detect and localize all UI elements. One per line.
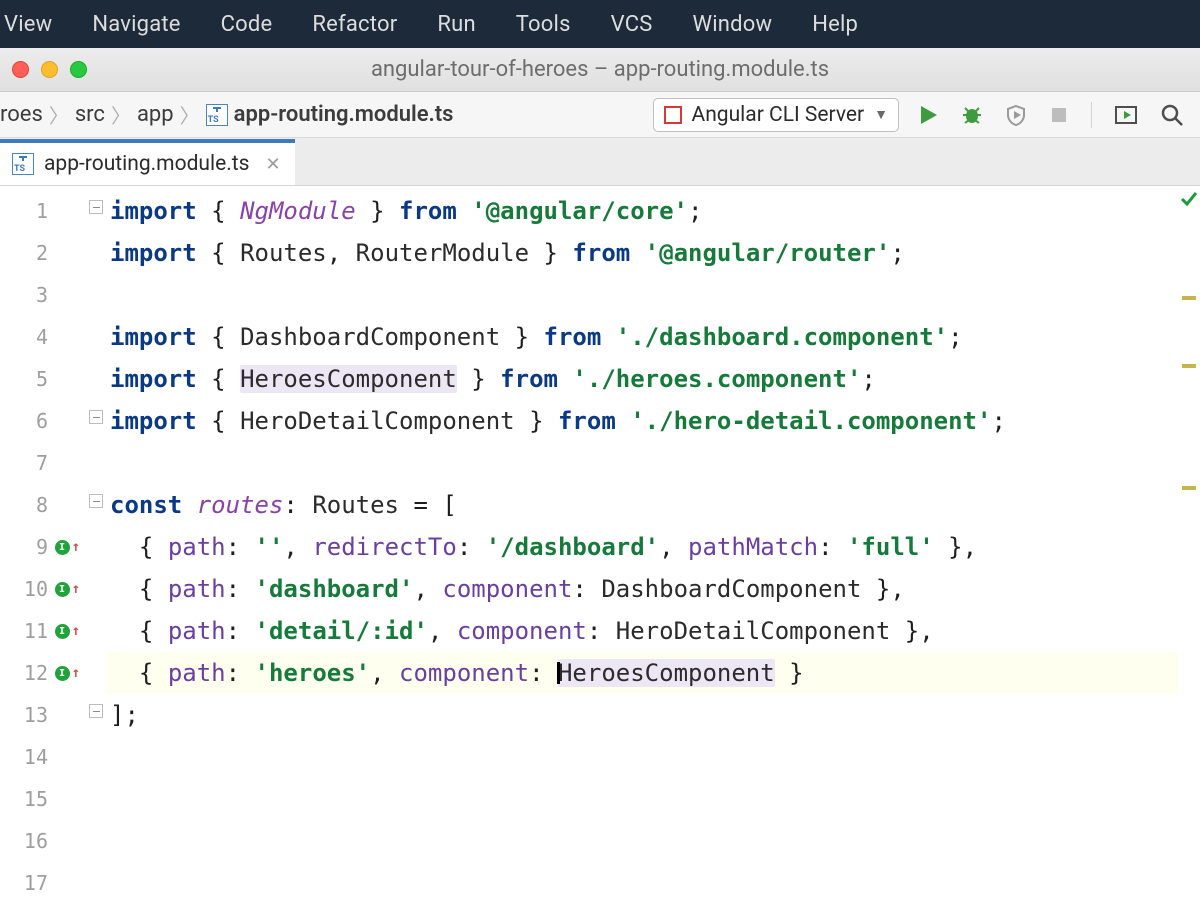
fold-handle-icon[interactable] <box>89 410 103 424</box>
fold-handle-icon[interactable] <box>89 704 103 718</box>
separator <box>1091 102 1092 128</box>
line-number[interactable]: 7 <box>0 442 88 484</box>
breadcrumb-label: app <box>137 102 174 127</box>
menu-window[interactable]: Window <box>673 0 793 48</box>
menu-run[interactable]: Run <box>417 0 495 48</box>
menu-code[interactable]: Code <box>201 0 293 48</box>
fold-handle-icon[interactable] <box>89 494 103 508</box>
menu-refactor[interactable]: Refactor <box>292 0 417 48</box>
run-toolbar <box>917 102 1184 128</box>
line-number[interactable]: 12I↑ <box>0 652 88 694</box>
editor-tab-active[interactable]: app-routing.module.ts ✕ <box>0 139 295 185</box>
chevron-down-icon: ▼ <box>874 106 888 123</box>
typescript-file-icon <box>12 153 34 175</box>
inspection-marker[interactable] <box>1182 296 1196 300</box>
window-zoom-button[interactable] <box>70 61 87 78</box>
line-number[interactable]: 1 <box>0 190 88 232</box>
menu-view[interactable]: View <box>0 0 72 48</box>
line-number[interactable]: 15 <box>0 778 88 820</box>
run-with-coverage-button[interactable] <box>1005 104 1027 126</box>
line-number[interactable]: 8 <box>0 484 88 526</box>
breadcrumb-segment[interactable]: app-routing.module.ts <box>200 102 460 127</box>
run-button[interactable] <box>917 104 939 126</box>
window-controls <box>0 61 87 78</box>
line-number[interactable]: 2 <box>0 232 88 274</box>
search-everywhere-button[interactable] <box>1160 103 1184 127</box>
code-area[interactable]: import { NgModule } from '@angular/core'… <box>106 186 1200 916</box>
gutter-implementing-icon[interactable]: I↑ <box>55 581 80 597</box>
window-titlebar: angular-tour-of-heroes – app-routing.mod… <box>0 48 1200 92</box>
chevron-right-icon: 〉 <box>49 100 69 129</box>
fold-handle-icon[interactable] <box>89 200 103 214</box>
breadcrumb: roes 〉 src 〉 app 〉 app-routing.module.ts <box>0 100 460 129</box>
line-number[interactable]: 13 <box>0 694 88 736</box>
menu-help[interactable]: Help <box>792 0 878 48</box>
window-close-button[interactable] <box>12 61 29 78</box>
line-number[interactable]: 16 <box>0 820 88 862</box>
stop-button <box>1049 105 1069 125</box>
code-editor[interactable]: 1 2 3 4 5 6 7 8 9I↑ 10I↑ 11I↑ 12I↑ 13 14… <box>0 186 1200 916</box>
line-number[interactable]: 17 <box>0 862 88 904</box>
breadcrumb-label: src <box>75 102 105 127</box>
line-number[interactable]: 9I↑ <box>0 526 88 568</box>
typescript-file-icon <box>206 104 228 126</box>
close-tab-button[interactable]: ✕ <box>265 154 280 175</box>
line-number[interactable]: 5 <box>0 358 88 400</box>
breadcrumb-segment[interactable]: app <box>131 102 180 127</box>
inspection-marker[interactable] <box>1182 364 1196 368</box>
line-number[interactable]: 6 <box>0 400 88 442</box>
breadcrumb-label: roes <box>0 102 43 127</box>
line-number[interactable]: 11I↑ <box>0 610 88 652</box>
angular-icon <box>664 106 682 124</box>
breadcrumb-label: app-routing.module.ts <box>234 102 454 127</box>
gutter-implementing-icon[interactable]: I↑ <box>55 539 80 555</box>
gutter-implementing-icon[interactable]: I↑ <box>55 623 80 639</box>
editor-gutter[interactable]: 1 2 3 4 5 6 7 8 9I↑ 10I↑ 11I↑ 12I↑ 13 14… <box>0 186 88 916</box>
menu-vcs[interactable]: VCS <box>591 0 673 48</box>
line-number[interactable]: 10I↑ <box>0 568 88 610</box>
chevron-right-icon: 〉 <box>111 100 131 129</box>
editor-tab-label: app-routing.module.ts <box>44 152 249 176</box>
gutter-implementing-icon[interactable]: I↑ <box>55 665 80 681</box>
line-number[interactable]: 4 <box>0 316 88 358</box>
update-running-app-button[interactable] <box>1114 104 1138 126</box>
menu-tools[interactable]: Tools <box>496 0 591 48</box>
inspection-ok-icon[interactable] <box>1180 190 1198 212</box>
menu-navigate[interactable]: Navigate <box>72 0 200 48</box>
editor-tabs: app-routing.module.ts ✕ <box>0 138 1200 186</box>
run-configuration-selector[interactable]: Angular CLI Server ▼ <box>653 98 899 132</box>
line-number[interactable]: 3 <box>0 274 88 316</box>
chevron-right-icon: 〉 <box>180 100 200 129</box>
inspection-strip[interactable] <box>1178 186 1200 916</box>
navigation-toolbar: roes 〉 src 〉 app 〉 app-routing.module.ts… <box>0 92 1200 138</box>
line-number[interactable]: 14 <box>0 736 88 778</box>
fold-column[interactable] <box>88 186 106 916</box>
run-configuration-name: Angular CLI Server <box>692 103 865 127</box>
window-minimize-button[interactable] <box>41 61 58 78</box>
debug-button[interactable] <box>961 104 983 126</box>
window-title: angular-tour-of-heroes – app-routing.mod… <box>0 57 1200 82</box>
breadcrumb-segment[interactable]: src <box>69 102 111 127</box>
breadcrumb-segment[interactable]: roes <box>0 102 49 127</box>
inspection-marker[interactable] <box>1182 486 1196 490</box>
menubar: View Navigate Code Refactor Run Tools VC… <box>0 0 1200 48</box>
